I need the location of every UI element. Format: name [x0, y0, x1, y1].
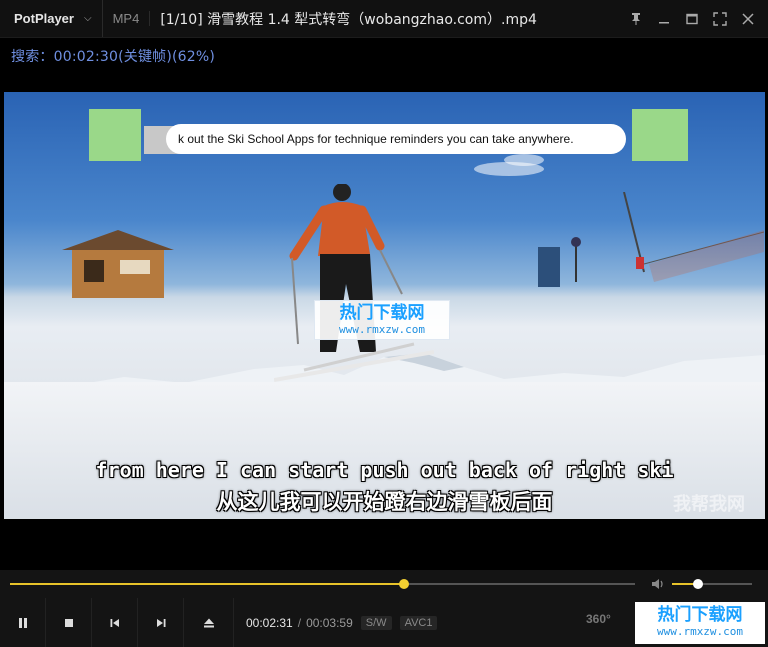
file-format-label: MP4 — [103, 11, 151, 26]
duration: 00:03:59 — [306, 615, 353, 630]
fullscreen-icon — [713, 12, 727, 26]
pause-icon — [18, 617, 27, 628]
subtitle-chinese: 从这儿我可以开始蹬右边滑雪板后面 — [216, 490, 553, 514]
corner-watermark: 我帮我网 — [673, 494, 745, 515]
pause-button[interactable] — [0, 598, 46, 647]
sw-tag[interactable]: S/W — [360, 615, 392, 630]
stop-icon — [64, 618, 73, 627]
seek-bar-thumb[interactable] — [398, 579, 409, 589]
app-menu-button[interactable]: PotPlayer ⌵ — [0, 0, 103, 37]
fullscreen-button[interactable] — [706, 5, 734, 33]
next-button[interactable] — [138, 598, 184, 647]
seek-bar-fill — [10, 583, 404, 585]
chevron-down-icon: ⌵ — [83, 13, 92, 24]
time-display: 00:02:31 / 00:03:59 — [246, 616, 353, 630]
blurred-logo-left — [89, 109, 141, 161]
next-icon — [156, 618, 165, 627]
minimize-icon — [659, 22, 669, 24]
pin-button[interactable] — [622, 5, 650, 33]
close-button[interactable] — [734, 5, 762, 33]
title-bar: PotPlayer ⌵ MP4 [1/10] 滑雪教程 1.4 犁式转弯（wob… — [0, 0, 768, 38]
volume-thumb[interactable] — [693, 579, 704, 589]
eject-icon — [203, 618, 214, 627]
watermark-title: 热门下载网 — [657, 605, 743, 625]
time-separator: / — [297, 615, 302, 630]
seek-osd-text: 搜索：00:02:30(关键帧)(62%) — [11, 49, 216, 65]
minimize-button[interactable] — [650, 5, 678, 33]
previous-icon — [110, 618, 119, 627]
close-icon — [742, 13, 754, 25]
center-watermark: 热门下载网 www.rmxzw.com — [314, 300, 450, 340]
video-banner: k out the Ski School Apps for technique … — [166, 124, 626, 154]
eject-button[interactable] — [184, 598, 234, 647]
volume-slider[interactable] — [672, 579, 752, 589]
video-area[interactable]: k out the Ski School Apps for technique … — [4, 92, 765, 519]
codec-tag[interactable]: AVC1 — [399, 615, 438, 630]
window-title: [1/10] 滑雪教程 1.4 犁式转弯（wobangzhao.com）.mp4 — [160, 11, 537, 28]
previous-button[interactable] — [92, 598, 138, 647]
subtitle-english: from here I can start push out back of r… — [95, 458, 674, 482]
watermark-url: www.rmxzw.com — [338, 323, 426, 336]
watermark-title: 热门下载网 — [339, 303, 425, 323]
maximize-icon — [686, 13, 698, 25]
maximize-button[interactable] — [678, 5, 706, 33]
mountain-hut-graphic — [62, 230, 174, 298]
vr-360-button[interactable]: 360° — [586, 612, 611, 626]
stop-button[interactable] — [46, 598, 92, 647]
blurred-logo-right — [632, 109, 688, 161]
current-time: 00:02:31 — [246, 615, 293, 630]
app-name: PotPlayer — [14, 11, 74, 26]
window-buttons — [622, 0, 762, 38]
bottom-watermark: 热门下载网 www.rmxzw.com — [635, 602, 765, 644]
watermark-url: www.rmxzw.com — [656, 625, 744, 638]
seek-area — [0, 570, 768, 598]
skier-graphic — [274, 184, 434, 382]
ski-lift-graphic — [538, 192, 764, 287]
seek-bar[interactable] — [10, 579, 635, 589]
pin-icon — [632, 13, 640, 25]
volume-icon[interactable] — [651, 577, 665, 591]
